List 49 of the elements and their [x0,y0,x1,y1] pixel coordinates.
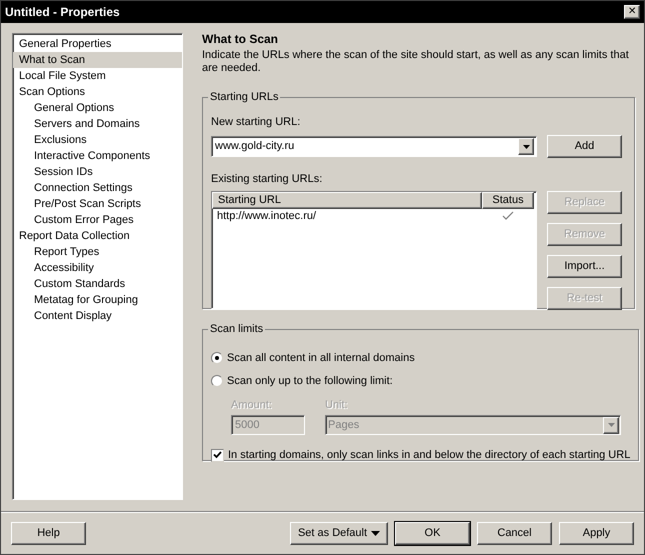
field-label: Existing starting URLs: [211,172,324,187]
tree-item[interactable]: Pre/Post Scan Scripts [13,196,182,212]
tree-item[interactable]: Connection Settings [13,180,182,196]
checkbox[interactable] [211,448,224,462]
tree-item[interactable]: What to Scan [13,52,182,68]
group-title: Scan limits [209,322,264,337]
dropdown-arrow-button[interactable] [518,138,534,155]
page-title: What to Scan [202,31,280,47]
close-button[interactable]: ✕ [624,5,640,19]
tree-item[interactable]: Scan Options [13,84,182,100]
radio-button[interactable] [211,375,223,388]
tree-item[interactable]: Accessibility [13,260,182,276]
tree-item[interactable]: Content Display [13,308,182,324]
radio-label: Scan only up to the following limit: [227,374,393,389]
tree-item[interactable]: Servers and Domains [13,116,182,132]
tree-item[interactable]: Local File System [13,68,182,84]
ok-button[interactable]: OK [395,522,470,544]
add-button[interactable]: Add [547,135,622,158]
caret-icon [608,423,614,427]
column-header[interactable]: Status [482,192,534,208]
window-title: Untitled - Properties [5,4,120,21]
url-cell[interactable]: http://www.inotec.ru/ [212,208,482,224]
cancel-button[interactable]: Cancel [477,522,552,544]
help-button[interactable]: Help [11,522,86,544]
tree-item[interactable]: Custom Standards [13,276,182,292]
radio-label: Scan all content in all internal domains [227,350,415,366]
tree-item[interactable]: Report Types [13,244,182,260]
tree-item[interactable]: General Properties [13,36,182,52]
column-header[interactable]: Starting URL [212,192,482,208]
set-default-button[interactable]: Set as Default [290,522,388,544]
url-combo-box[interactable]: www.gold-city.ru [211,136,537,157]
field-label: New starting URL: [211,114,302,130]
group-title: Starting URLs [209,90,280,105]
list-action-button[interactable]: Import... [547,254,622,278]
radio-button[interactable] [211,352,223,364]
tree-item[interactable]: General Options [13,100,182,116]
apply-button[interactable]: Apply [559,522,634,544]
tree-item[interactable]: Exclusions [13,132,182,148]
combo-value: www.gold-city.ru [215,139,294,154]
tree-item[interactable]: Report Data Collection [13,228,182,244]
caret-icon [371,530,380,536]
tree-item[interactable]: Interactive Components [13,148,182,164]
caret-icon [522,144,530,148]
tree-item[interactable]: Metatag for Grouping [13,292,182,308]
tree-item[interactable]: Custom Error Pages [13,212,182,228]
checkbox-label: In starting domains, only scan links in and below the directory of each starting URL [228,448,630,463]
page-description: Indicate the URLs where the scan of the site should start, as well as any scan limits that are needed. [202,49,630,75]
tree-item[interactable]: Session IDs [13,164,182,180]
combo-value: Pages [328,418,360,433]
